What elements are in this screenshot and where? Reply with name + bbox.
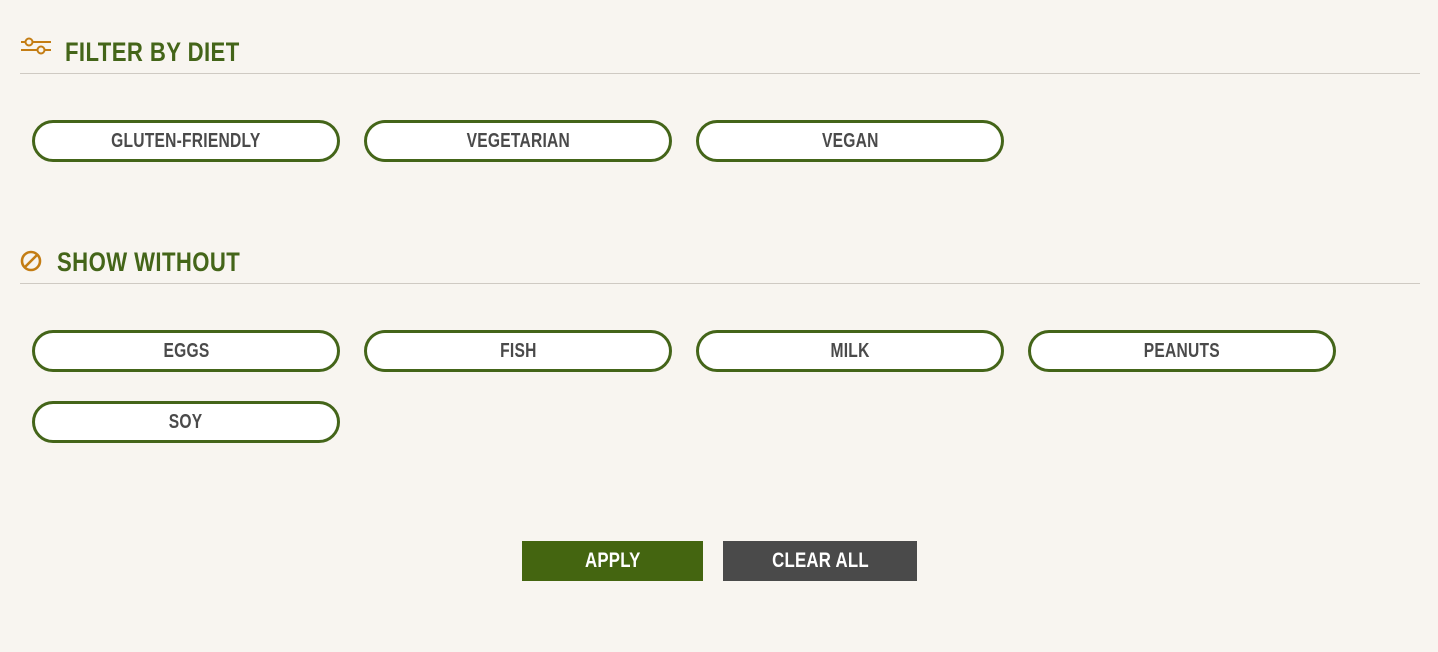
show-without-header: SHOW WITHOUT	[20, 238, 1420, 284]
diet-option-vegan[interactable]: VEGAN	[696, 120, 1004, 162]
sliders-icon	[20, 36, 52, 61]
diet-option-vegetarian[interactable]: VEGETARIAN	[364, 120, 672, 162]
apply-button[interactable]: APPLY	[522, 541, 703, 581]
diet-option-gluten-friendly[interactable]: GLUTEN-FRIENDLY	[32, 120, 340, 162]
prohibited-icon	[20, 249, 44, 278]
without-option-label: EGGS	[162, 339, 210, 362]
section-title-show-without: SHOW WITHOUT	[57, 247, 241, 277]
without-option-fish[interactable]: FISH	[364, 330, 672, 372]
clear-all-button[interactable]: CLEAR ALL	[723, 541, 917, 581]
without-option-label: PEANUTS	[1143, 339, 1221, 362]
without-option-label: SOY	[169, 410, 203, 433]
without-option-label: MILK	[830, 339, 870, 362]
diet-option-label: GLUTEN-FRIENDLY	[111, 129, 261, 152]
without-option-soy[interactable]: SOY	[32, 401, 340, 443]
apply-button-label: APPLY	[584, 549, 641, 572]
without-option-milk[interactable]: MILK	[696, 330, 1004, 372]
diet-option-label: VEGETARIAN	[466, 129, 570, 152]
diet-option-label: VEGAN	[821, 129, 879, 152]
filter-by-diet-header: FILTER BY DIET	[20, 28, 1420, 74]
without-option-peanuts[interactable]: PEANUTS	[1028, 330, 1336, 372]
clear-all-button-label: CLEAR ALL	[771, 549, 869, 572]
section-title-filter-by-diet: FILTER BY DIET	[65, 37, 240, 67]
without-option-eggs[interactable]: EGGS	[32, 330, 340, 372]
without-option-label: FISH	[499, 339, 537, 362]
